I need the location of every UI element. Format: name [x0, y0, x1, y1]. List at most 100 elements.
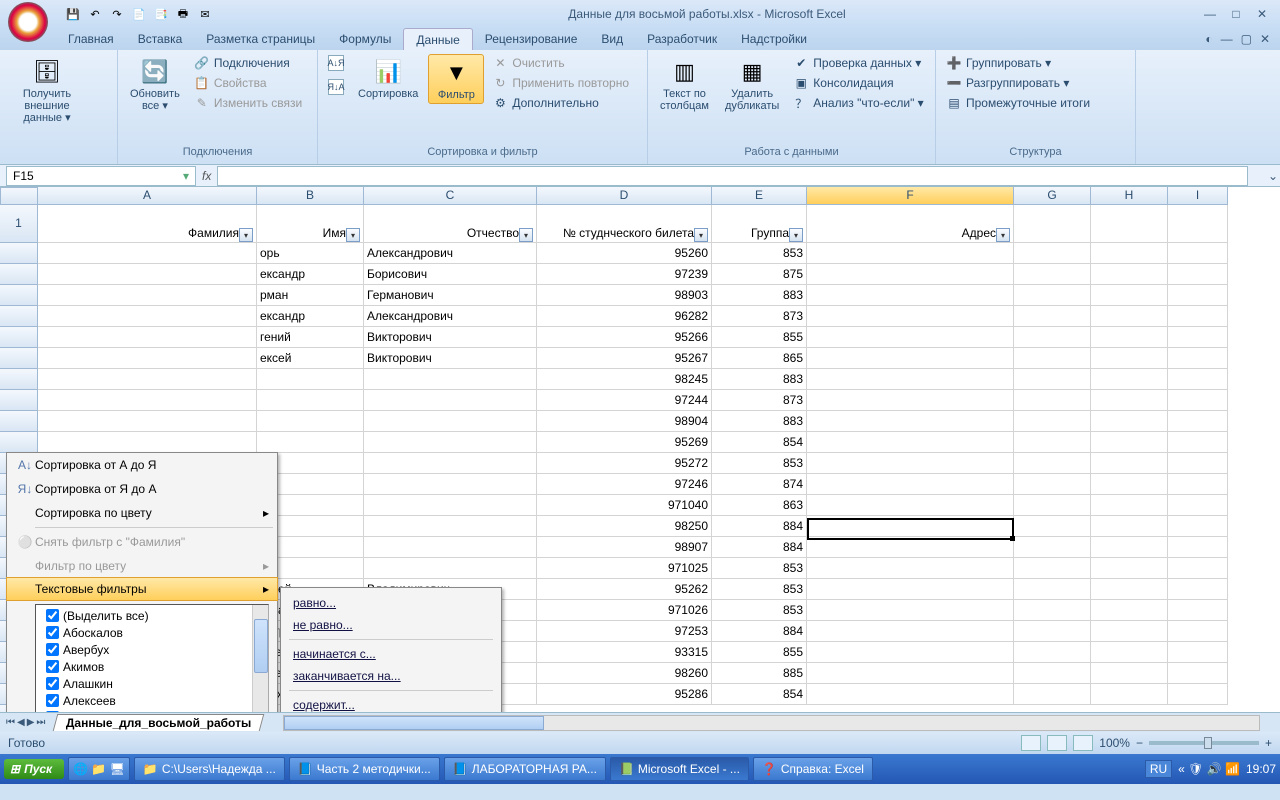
- column-header-B[interactable]: B: [257, 187, 364, 205]
- language-indicator[interactable]: RU: [1145, 760, 1172, 778]
- filter-dropdown-icon[interactable]: ▾: [996, 228, 1010, 242]
- tab-разработчик[interactable]: Разработчик: [635, 28, 729, 50]
- header-cell[interactable]: Имя▾: [257, 205, 364, 243]
- sheet-tab[interactable]: Данные_для_восьмой_работы: [53, 714, 265, 731]
- sort-ascending-item[interactable]: A↓Сортировка от А до Я: [7, 453, 277, 477]
- cell[interactable]: [807, 306, 1014, 327]
- name-box[interactable]: F15 ▾: [6, 166, 196, 186]
- cell[interactable]: [1091, 453, 1168, 474]
- select-all-corner[interactable]: [0, 187, 38, 205]
- text-filter-option[interactable]: заканчивается на...: [281, 665, 501, 687]
- filter-checkbox[interactable]: [46, 643, 59, 656]
- filter-checkbox[interactable]: [46, 660, 59, 673]
- cell[interactable]: [807, 579, 1014, 600]
- cell[interactable]: [1091, 369, 1168, 390]
- cell[interactable]: [807, 663, 1014, 684]
- qat-button-1[interactable]: ↶: [86, 5, 104, 23]
- cell[interactable]: [807, 621, 1014, 642]
- cell[interactable]: 95269: [537, 432, 712, 453]
- cell[interactable]: [1014, 495, 1091, 516]
- refresh-all-button[interactable]: 🔄 Обновить все ▾: [124, 54, 186, 114]
- column-header-I[interactable]: I: [1168, 187, 1228, 205]
- zoom-slider[interactable]: [1149, 741, 1259, 745]
- filter-value-item[interactable]: Авербух: [38, 641, 266, 658]
- what-if-button[interactable]: ？Анализ "что-если" ▾: [789, 94, 927, 112]
- cell[interactable]: 95267: [537, 348, 712, 369]
- column-header-F[interactable]: F: [807, 187, 1014, 205]
- scrollbar-thumb[interactable]: [284, 716, 544, 730]
- ribbon-restore-button[interactable]: ▢: [1241, 32, 1252, 46]
- cell[interactable]: [1091, 684, 1168, 705]
- cell[interactable]: [807, 516, 1014, 537]
- cell[interactable]: [1168, 537, 1228, 558]
- normal-view-button[interactable]: [1021, 735, 1041, 751]
- cell[interactable]: [1168, 411, 1228, 432]
- cell[interactable]: 884: [712, 621, 807, 642]
- cell[interactable]: [1168, 474, 1228, 495]
- cell[interactable]: [1091, 642, 1168, 663]
- row-header[interactable]: [0, 264, 38, 285]
- properties-button[interactable]: 📋Свойства: [190, 74, 306, 92]
- cell[interactable]: 883: [712, 411, 807, 432]
- column-header-C[interactable]: C: [364, 187, 537, 205]
- cell[interactable]: ександр: [257, 306, 364, 327]
- cell[interactable]: [1014, 369, 1091, 390]
- header-cell[interactable]: № студнческого билета▾: [537, 205, 712, 243]
- cell[interactable]: [1091, 621, 1168, 642]
- cell[interactable]: [1091, 432, 1168, 453]
- qat-button-6[interactable]: ✉: [196, 5, 214, 23]
- cell[interactable]: [1014, 579, 1091, 600]
- cell[interactable]: 853: [712, 579, 807, 600]
- filter-value-item[interactable]: (Выделить все): [38, 607, 266, 624]
- filter-value-item[interactable]: Алашкин: [38, 675, 266, 692]
- filter-checkbox[interactable]: [46, 677, 59, 690]
- cell[interactable]: [1091, 474, 1168, 495]
- qat-button-4[interactable]: 📑: [152, 5, 170, 23]
- cell[interactable]: 873: [712, 306, 807, 327]
- cell[interactable]: [1091, 537, 1168, 558]
- cell[interactable]: [364, 432, 537, 453]
- reapply-button[interactable]: ↻Применить повторно: [488, 74, 633, 92]
- cell[interactable]: [364, 537, 537, 558]
- taskbar-item[interactable]: ❓Справка: Excel: [753, 757, 873, 781]
- sort-az-button[interactable]: А↓Я: [324, 54, 348, 72]
- header-cell[interactable]: [1168, 205, 1228, 243]
- cell[interactable]: [364, 411, 537, 432]
- data-validation-button[interactable]: ✔Проверка данных ▾: [789, 54, 927, 72]
- cell[interactable]: 971025: [537, 558, 712, 579]
- cell[interactable]: [1014, 537, 1091, 558]
- filter-dropdown-icon[interactable]: ▾: [519, 228, 533, 242]
- minimize-button[interactable]: —: [1200, 7, 1220, 21]
- zoom-thumb[interactable]: [1204, 737, 1212, 749]
- cell[interactable]: [1091, 285, 1168, 306]
- qat-button-5[interactable]: 🖶: [174, 5, 192, 23]
- cell[interactable]: [257, 369, 364, 390]
- scrollbar-thumb[interactable]: [254, 619, 268, 673]
- cell[interactable]: [38, 369, 257, 390]
- cell[interactable]: 971040: [537, 495, 712, 516]
- fx-icon[interactable]: fx: [202, 169, 211, 183]
- cell[interactable]: [807, 411, 1014, 432]
- tab-разметка страницы[interactable]: Разметка страницы: [194, 28, 327, 50]
- filter-checkbox[interactable]: [46, 694, 59, 707]
- row-header[interactable]: [0, 243, 38, 264]
- subtotal-button[interactable]: ▤Промежуточные итоги: [942, 94, 1094, 112]
- cell[interactable]: 853: [712, 600, 807, 621]
- filter-checkbox[interactable]: [46, 626, 59, 639]
- tab-формулы[interactable]: Формулы: [327, 28, 403, 50]
- cell[interactable]: ексей: [257, 348, 364, 369]
- cell[interactable]: [38, 390, 257, 411]
- cell[interactable]: [364, 369, 537, 390]
- text-filter-option[interactable]: не равно...: [281, 614, 501, 636]
- next-sheet-button[interactable]: ▶: [27, 717, 35, 728]
- tab-надстройки[interactable]: Надстройки: [729, 28, 819, 50]
- cell[interactable]: [1168, 369, 1228, 390]
- column-header-G[interactable]: G: [1014, 187, 1091, 205]
- cell[interactable]: [1168, 495, 1228, 516]
- cell[interactable]: 875: [712, 264, 807, 285]
- column-header-D[interactable]: D: [537, 187, 712, 205]
- cell[interactable]: [1168, 621, 1228, 642]
- cell[interactable]: [1091, 579, 1168, 600]
- cell[interactable]: 97244: [537, 390, 712, 411]
- page-break-view-button[interactable]: [1073, 735, 1093, 751]
